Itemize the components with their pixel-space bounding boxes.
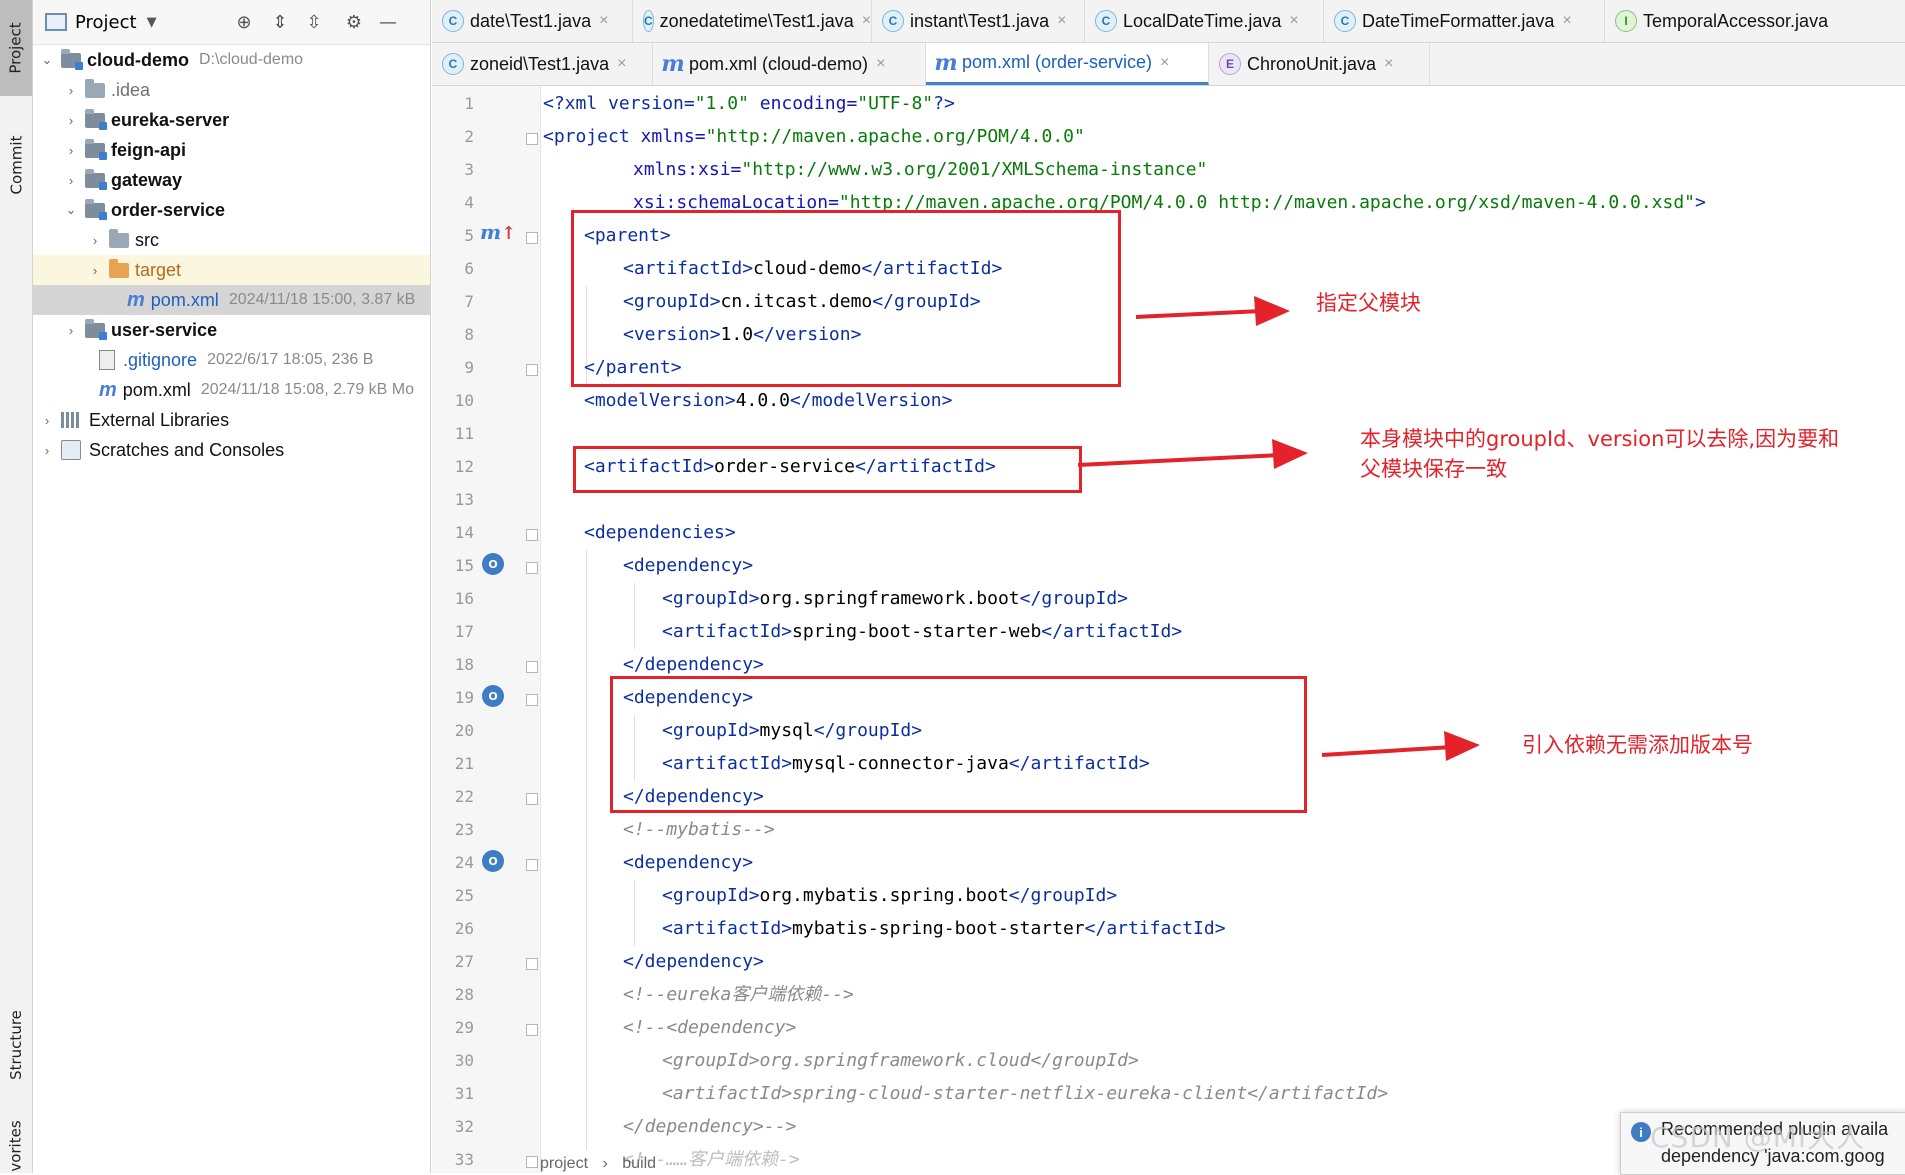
- annotation-parent-note: 指定父模块: [1316, 291, 1421, 315]
- arrow-parent: [1135, 296, 1290, 326]
- breadcrumb-separator: ›: [602, 1155, 608, 1172]
- watermark: CSDN @MI大人: [1650, 1121, 1866, 1154]
- arrow-artifactid: [1077, 439, 1308, 469]
- annotation-dependency-note: 引入依赖无需添加版本号: [1522, 733, 1753, 757]
- breadcrumb-item[interactable]: build: [622, 1155, 656, 1172]
- breadcrumb-item[interactable]: project: [540, 1155, 588, 1172]
- breadcrumb: project › build: [540, 1155, 656, 1173]
- annotation-groupid-note-line2: 父模块保存一致: [1360, 457, 1507, 481]
- info-icon: i: [1631, 1122, 1651, 1142]
- annotation-arrows: [1077, 296, 1480, 761]
- arrow-dependency: [1321, 731, 1480, 761]
- annotation-groupid-note-line1: 本身模块中的groupId、version可以去除,因为要和: [1360, 427, 1840, 451]
